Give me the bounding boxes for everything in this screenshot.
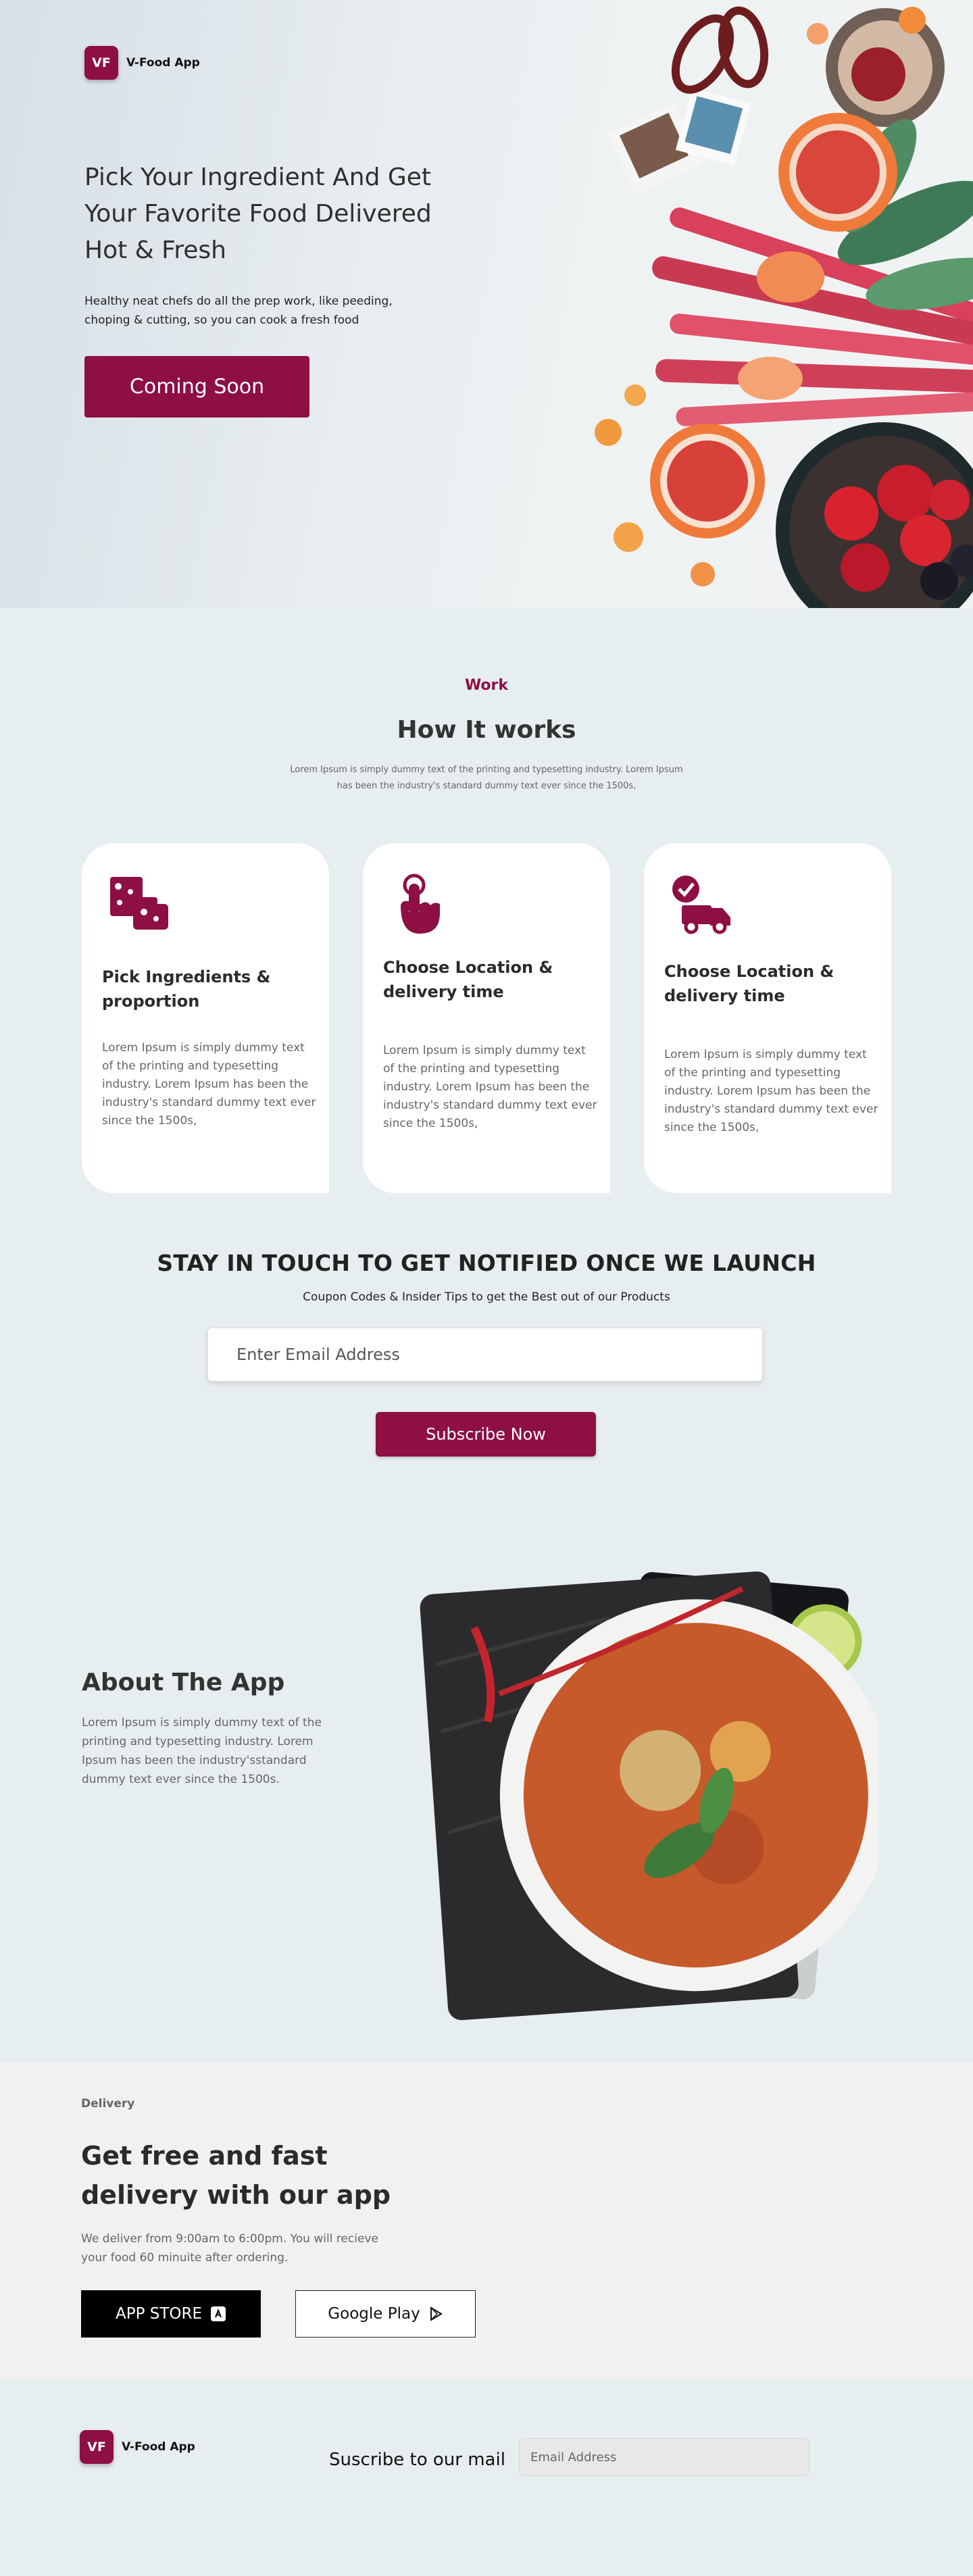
subscribe-button[interactable]: Subscribe Now xyxy=(376,1412,596,1457)
google-play-icon xyxy=(430,2306,443,2321)
about-title: About The App xyxy=(82,1669,285,1696)
logo-mark: VF xyxy=(80,2430,114,2464)
app-store-icon xyxy=(211,2306,226,2321)
delivery-truck-icon xyxy=(672,876,730,934)
email-input[interactable] xyxy=(207,1328,763,1382)
how-card-ingredients: Pick Ingredients & proportion Lorem Ipsu… xyxy=(82,843,329,1193)
google-play-button[interactable]: Google Play xyxy=(295,2290,476,2338)
app-store-label: APP STORE xyxy=(115,2305,203,2323)
about-text: Lorem Ipsum is simply dummy text of the … xyxy=(82,1716,322,1786)
delivery-kicker: Delivery xyxy=(81,2097,135,2111)
tap-location-icon xyxy=(401,874,440,934)
delivery-title: Get free and fast delivery with our app xyxy=(81,2141,391,2210)
newsletter-subtitle: Coupon Codes & Insider Tips to get the B… xyxy=(303,1290,670,1304)
coming-soon-button[interactable]: Coming Soon xyxy=(84,356,309,418)
about-section: About The App Lorem Ipsum is simply dumm… xyxy=(0,1513,973,2062)
card-title: Pick Ingredients & proportion xyxy=(102,967,271,1011)
brand-logo[interactable]: VF V-Food App xyxy=(84,46,200,80)
logo-mark: VF xyxy=(84,46,118,80)
footer-email-input[interactable] xyxy=(519,2438,809,2476)
footer-logo[interactable]: VF V-Food App xyxy=(80,2430,195,2464)
hero-subtitle: Healthy neat chefs do all the prep work,… xyxy=(84,295,393,327)
how-it-works-section: Work How It works Lorem Ipsum is simply … xyxy=(0,608,973,1236)
app-screens-image xyxy=(420,1571,878,2021)
footer: VF V-Food App Suscribe to our mail xyxy=(0,2379,973,2539)
how-card-delivery: Choose Location & delivery time Lorem Ip… xyxy=(644,843,891,1193)
card-text: Lorem Ipsum is simply dummy text of the … xyxy=(664,1048,878,1134)
newsletter-section: STAY IN TOUCH TO GET NOTIFIED ONCE WE LA… xyxy=(0,1236,973,1513)
card-text: Lorem Ipsum is simply dummy text of the … xyxy=(102,1041,316,1128)
ingredients-icon xyxy=(110,877,168,930)
hero-ingredients-image xyxy=(595,6,973,608)
newsletter-title: STAY IN TOUCH TO GET NOTIFIED ONCE WE LA… xyxy=(157,1250,816,1276)
card-title: Choose Location & delivery time xyxy=(664,962,834,1005)
card-text: Lorem Ipsum is simply dummy text of the … xyxy=(383,1044,597,1130)
delivery-section: Delivery Get free and fast delivery with… xyxy=(0,2062,973,2379)
hero-section: VF V-Food App Pick Your Ingredient And G… xyxy=(0,0,973,608)
app-store-button[interactable]: APP STORE xyxy=(81,2290,261,2338)
section-kicker: Work xyxy=(464,677,509,694)
delivery-description: We deliver from 9:00am to 6:00pm. You wi… xyxy=(81,2232,378,2265)
card-title: Choose Location & delivery time xyxy=(383,958,553,1001)
footer-subscribe-label: Suscribe to our mail xyxy=(329,2450,505,2470)
logo-text: V-Food App xyxy=(122,2440,195,2454)
google-play-label: Google Play xyxy=(328,2305,420,2323)
section-title: How It works xyxy=(397,716,576,744)
hero-title: Pick Your Ingredient And Get Your Favori… xyxy=(84,163,432,264)
logo-text: V-Food App xyxy=(126,56,200,70)
how-card-location: Choose Location & delivery time Lorem Ip… xyxy=(363,843,610,1193)
section-description: Lorem Ipsum is simply dummy text of the … xyxy=(290,765,683,791)
